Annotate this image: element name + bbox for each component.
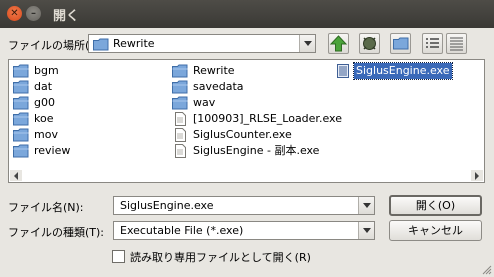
details-view-button[interactable] (446, 33, 467, 54)
minimize-icon: – (31, 8, 36, 19)
item-label: bgm (34, 64, 59, 77)
up-folder-button[interactable] (328, 33, 349, 54)
item-label: SiglusEngine - 副本.exe (193, 144, 320, 157)
resize-grip-icon[interactable] (482, 265, 492, 275)
file-icon (175, 128, 186, 142)
open-button[interactable]: 開く(O) (389, 195, 482, 216)
file-icon (175, 144, 186, 158)
filename-field[interactable]: SiglusEngine.exe (113, 196, 375, 215)
folder-icon (13, 128, 29, 142)
item-label: [100903]_RLSE_Loader.exe (193, 112, 342, 125)
item-label: g00 (34, 96, 55, 109)
filetype-label: ファイルの種類(T): (8, 226, 105, 239)
file-icon (175, 112, 186, 126)
title-bar: ✕ – 開く (0, 0, 494, 28)
close-icon: ✕ (10, 8, 19, 19)
chevron-down-icon[interactable] (358, 197, 374, 214)
open-file-dialog: ✕ – 開く ファイルの場所(I Rewrite bgm dat g00 koe… (0, 0, 494, 277)
new-folder-icon (393, 37, 409, 50)
folder-icon (13, 80, 29, 94)
minimize-button[interactable]: – (26, 6, 41, 21)
folder-icon (172, 80, 188, 94)
lookin-value: Rewrite (113, 37, 155, 50)
list-view-icon (426, 38, 439, 48)
file-list[interactable]: bgm dat g00 koe mov review Rewrite savedata wav [… (8, 59, 485, 183)
folder-icon (13, 144, 29, 158)
details-view-icon (450, 37, 463, 51)
scroll-left-icon[interactable] (10, 170, 22, 181)
list-view-button[interactable] (422, 33, 443, 54)
readonly-checkbox-label: 読み取り専用ファイルとして開く(R) (130, 251, 311, 264)
filename-value: SiglusEngine.exe (120, 199, 214, 212)
close-button[interactable]: ✕ (7, 6, 22, 21)
filetype-value: Executable File (*.exe) (120, 224, 244, 237)
item-label: mov (34, 128, 58, 141)
item-label: dat (34, 80, 53, 93)
folder-icon (13, 64, 29, 78)
lookin-label: ファイルの場所(I (8, 39, 93, 52)
executable-icon (337, 64, 349, 78)
desktop-button[interactable] (359, 33, 380, 54)
folder-icon (93, 38, 109, 51)
item-label: savedata (193, 80, 244, 93)
new-folder-button[interactable] (390, 33, 411, 54)
item-label: SiglusCounter.exe (193, 128, 292, 141)
filetype-dropdown[interactable]: Executable File (*.exe) (113, 221, 375, 240)
up-arrow-icon (329, 35, 348, 52)
window-title: 開く (53, 9, 80, 24)
folder-icon (13, 96, 29, 110)
desktop-icon (363, 37, 376, 50)
item-label: review (34, 144, 71, 157)
folder-icon (172, 64, 188, 78)
item-label: Rewrite (193, 64, 235, 77)
filename-label: ファイル名(N): (8, 201, 84, 214)
readonly-checkbox[interactable] (112, 250, 125, 263)
folder-icon (13, 112, 29, 126)
item-label: wav (193, 96, 216, 109)
item-label: SiglusEngine.exe (353, 62, 453, 80)
horizontal-scrollbar[interactable] (10, 170, 483, 181)
scroll-right-icon[interactable] (471, 170, 483, 181)
lookin-dropdown[interactable]: Rewrite (88, 34, 316, 53)
chevron-down-icon[interactable] (358, 222, 374, 239)
cancel-button[interactable]: キャンセル (389, 220, 482, 241)
chevron-down-icon[interactable] (299, 35, 315, 52)
item-label: koe (34, 112, 54, 125)
folder-icon (172, 96, 188, 110)
